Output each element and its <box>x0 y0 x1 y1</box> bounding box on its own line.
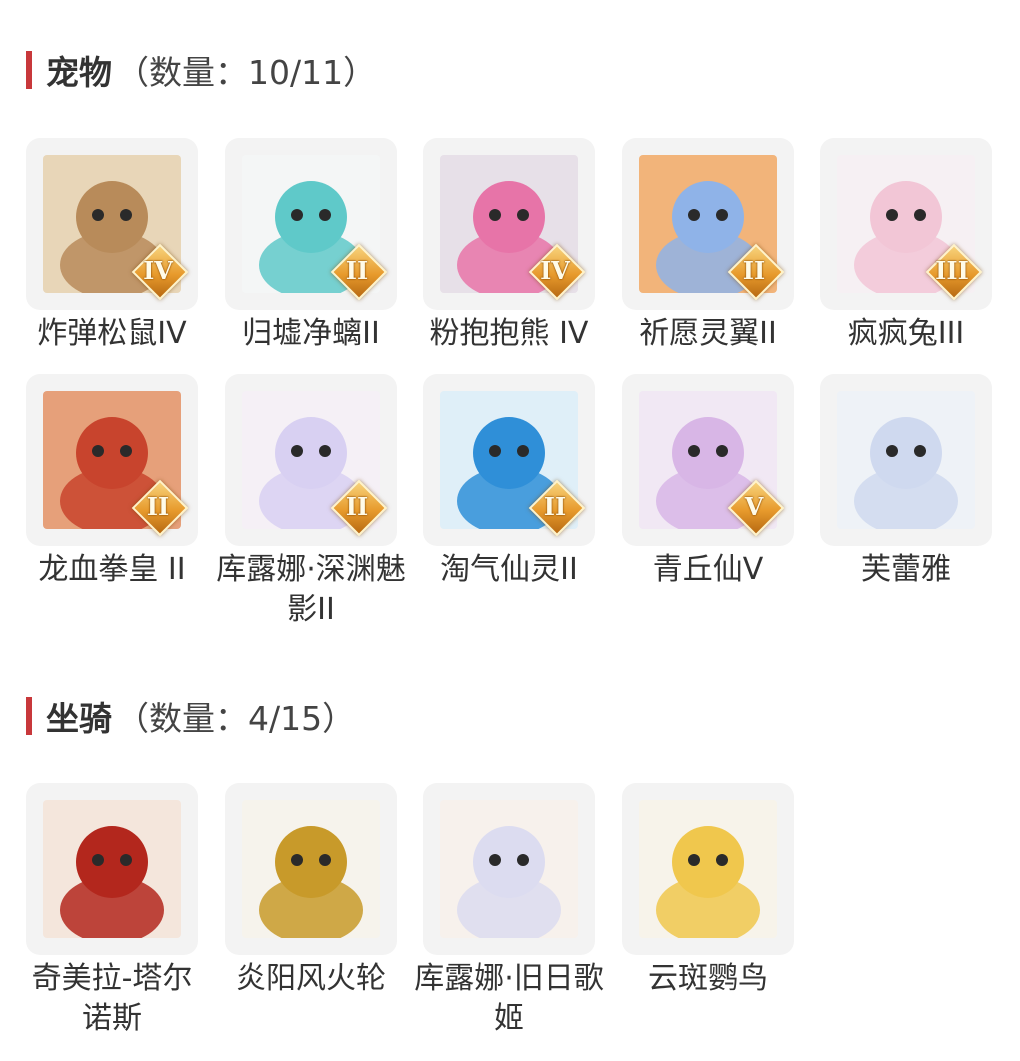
mount-card[interactable]: 库露娜·旧日歌姬 <box>414 783 604 1039</box>
singer-girl-icon <box>440 800 578 938</box>
thumbnail-frame: II <box>423 374 595 546</box>
pets-section-header: 宠物 （数量：10/11） <box>26 48 376 92</box>
thumbnail-frame <box>820 374 992 546</box>
pet-card[interactable]: II 祈愿灵翼II <box>622 138 794 354</box>
pet-card[interactable]: II 淘气仙灵II <box>423 374 595 590</box>
card-name: 粉抱抱熊 IV <box>429 316 589 351</box>
thumbnail-frame: III <box>820 138 992 310</box>
card-name: 云斑鹦鸟 <box>648 961 768 996</box>
thumbnail-frame: II <box>26 374 198 546</box>
level-text: II <box>146 491 170 521</box>
thumbnail-frame <box>423 783 595 955</box>
pet-card[interactable]: V 青丘仙V <box>622 374 794 590</box>
card-name: 芙蕾雅 <box>861 552 951 587</box>
level-badge: II <box>131 479 189 537</box>
pet-card[interactable]: II 龙血拳皇 II <box>26 374 198 590</box>
mounts-section-title: 坐骑 <box>46 699 112 738</box>
mount-card[interactable]: 奇美拉-塔尔诺斯 <box>26 783 198 1039</box>
card-name: 淘气仙灵II <box>440 552 578 587</box>
card-name: 青丘仙V <box>652 552 764 587</box>
mount-card[interactable]: 炎阳风火轮 <box>225 783 397 999</box>
thumbnail-frame <box>26 783 198 955</box>
level-text: III <box>935 255 969 285</box>
thumbnail-frame: II <box>622 138 794 310</box>
level-badge: II <box>330 243 388 301</box>
thumbnail-frame <box>622 783 794 955</box>
level-badge: V <box>727 479 785 537</box>
level-badge: IV <box>131 243 189 301</box>
level-text: II <box>742 255 766 285</box>
level-badge: II <box>330 479 388 537</box>
thumbnail-frame: IV <box>26 138 198 310</box>
pet-card[interactable]: II 归墟净螭II <box>225 138 397 354</box>
mounts-section-header: 坐骑 （数量：4/15） <box>26 694 355 738</box>
card-name: 归墟净螭II <box>242 316 380 351</box>
section-accent-bar <box>26 697 32 735</box>
section-accent-bar <box>26 51 32 89</box>
thumbnail-frame: II <box>225 138 397 310</box>
mounts-section-count: （数量：4/15） <box>116 699 356 738</box>
thumbnail-frame <box>225 783 397 955</box>
fire-wheel-icon <box>242 800 380 938</box>
card-name: 奇美拉-塔尔诺斯 <box>31 961 193 1036</box>
thumbnail-frame: II <box>225 374 397 546</box>
card-name: 库露娜·深渊魅影II <box>216 552 406 627</box>
level-text: II <box>345 491 369 521</box>
level-badge: II <box>528 479 586 537</box>
card-name: 炸弹松鼠IV <box>37 316 187 351</box>
thumbnail-frame: IV <box>423 138 595 310</box>
card-name: 疯疯兔III <box>847 316 965 351</box>
level-badge: IV <box>528 243 586 301</box>
level-badge: II <box>727 243 785 301</box>
parrot-icon <box>639 800 777 938</box>
pet-card[interactable]: IV 炸弹松鼠IV <box>26 138 198 354</box>
level-text: V <box>744 491 764 521</box>
mount-card[interactable]: 云斑鹦鸟 <box>622 783 794 999</box>
pet-card[interactable]: II 库露娜·深渊魅影II <box>216 374 406 630</box>
pet-card[interactable]: III 疯疯兔III <box>820 138 992 354</box>
valkyrie-icon <box>837 391 975 529</box>
card-name: 炎阳风火轮 <box>236 961 386 996</box>
pets-section-count: （数量：10/11） <box>116 53 377 92</box>
card-name: 库露娜·旧日歌姬 <box>414 961 604 1036</box>
pet-card[interactable]: IV 粉抱抱熊 IV <box>423 138 595 354</box>
card-name: 祈愿灵翼II <box>639 316 777 351</box>
level-text: II <box>543 491 567 521</box>
level-text: II <box>345 255 369 285</box>
card-name: 龙血拳皇 II <box>38 552 186 587</box>
level-text: IV <box>540 255 570 285</box>
pets-section-title: 宠物 <box>46 53 112 92</box>
thumbnail-frame: V <box>622 374 794 546</box>
chimera-icon <box>43 800 181 938</box>
level-text: IV <box>143 255 173 285</box>
pet-card[interactable]: 芙蕾雅 <box>820 374 992 590</box>
level-badge: III <box>925 243 983 301</box>
